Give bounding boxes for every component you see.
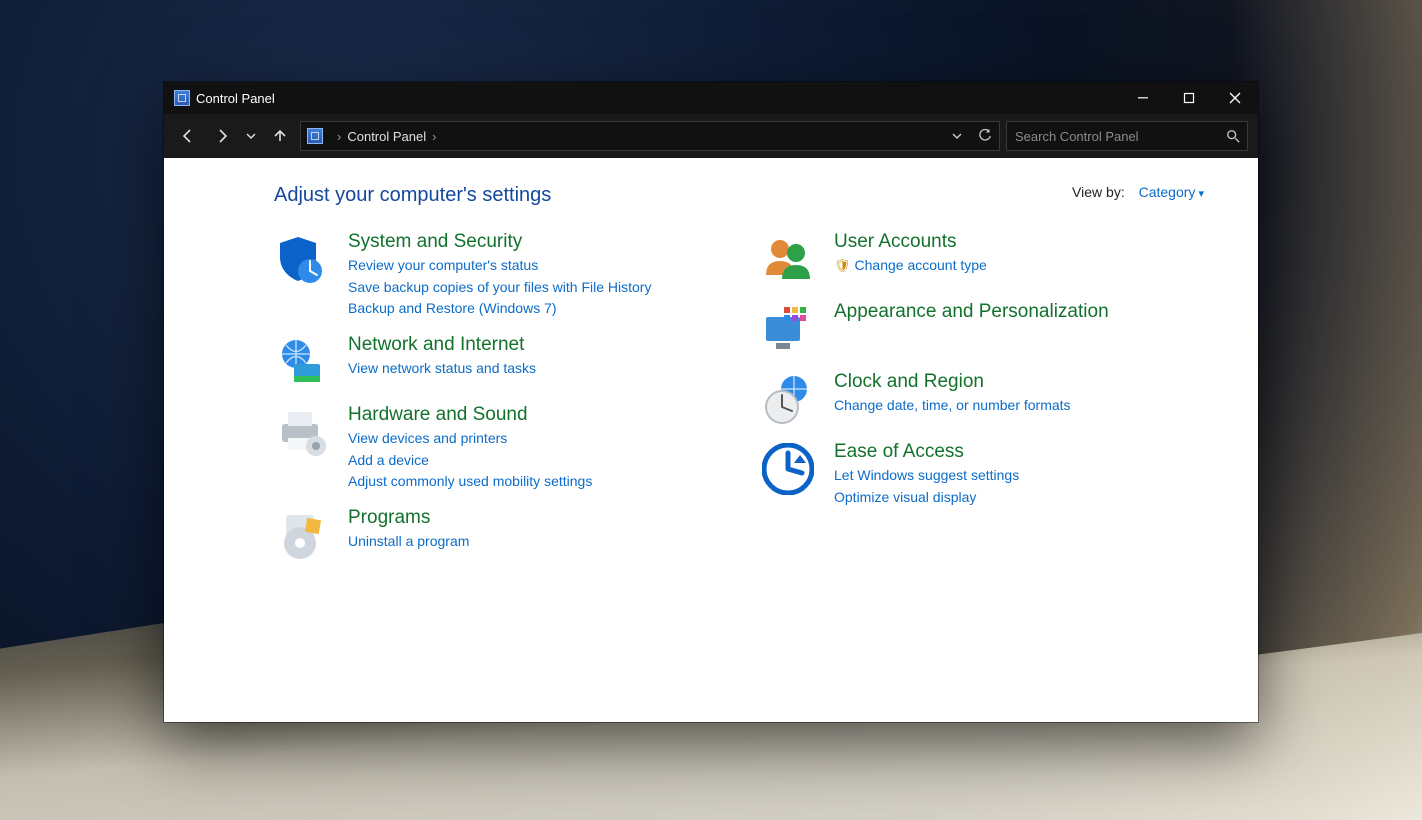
category-link[interactable]: Let Windows suggest settings <box>834 465 1019 487</box>
appearance-icon <box>760 301 816 357</box>
category-link[interactable]: View network status and tasks <box>348 358 536 380</box>
forward-button[interactable] <box>208 122 236 150</box>
close-button[interactable] <box>1212 82 1258 114</box>
category-title[interactable]: Ease of Access <box>834 441 1019 463</box>
recent-locations-button[interactable] <box>242 122 260 150</box>
category-system-security: System and Security Review your computer… <box>274 231 720 320</box>
category-link[interactable]: Optimize visual display <box>834 487 1019 509</box>
category-link[interactable]: Change date, time, or number formats <box>834 395 1071 417</box>
printer-icon <box>274 404 330 460</box>
window-controls <box>1120 82 1258 114</box>
minimize-icon <box>1137 92 1149 104</box>
category-columns: System and Security Review your computer… <box>274 231 1206 563</box>
category-user-accounts: User Accounts Change account type <box>760 231 1206 287</box>
close-icon <box>1229 92 1241 104</box>
control-panel-icon <box>174 90 190 106</box>
category-link[interactable]: Uninstall a program <box>348 531 469 553</box>
category-link[interactable]: Save backup copies of your files with Fi… <box>348 277 651 299</box>
address-bar[interactable]: › Control Panel › <box>300 121 1000 151</box>
category-title[interactable]: Hardware and Sound <box>348 404 592 426</box>
search-button[interactable] <box>1219 129 1247 143</box>
arrow-up-icon <box>272 128 288 144</box>
view-by-label: View by: <box>1072 184 1125 200</box>
view-by-control: View by: Category <box>1072 184 1204 200</box>
search-icon <box>1226 129 1240 143</box>
minimize-button[interactable] <box>1120 82 1166 114</box>
category-ease-of-access: Ease of Access Let Windows suggest setti… <box>760 441 1206 508</box>
user-accounts-icon <box>760 231 816 287</box>
refresh-icon <box>978 129 992 143</box>
control-panel-window: Control Panel › Co <box>164 82 1258 722</box>
breadcrumb-separator: › <box>337 129 341 144</box>
shield-system-icon <box>274 231 330 287</box>
search-box[interactable]: Search Control Panel <box>1006 121 1248 151</box>
content-area: Adjust your computer's settings View by:… <box>164 158 1258 722</box>
category-link[interactable]: Add a device <box>348 450 592 472</box>
clock-globe-icon <box>760 371 816 427</box>
address-history-button[interactable] <box>943 122 971 150</box>
category-title[interactable]: Programs <box>348 507 469 529</box>
search-placeholder: Search Control Panel <box>1007 129 1219 144</box>
address-location[interactable]: Control Panel <box>347 129 426 144</box>
up-button[interactable] <box>266 122 294 150</box>
back-button[interactable] <box>174 122 202 150</box>
category-title[interactable]: Network and Internet <box>348 334 536 356</box>
titlebar[interactable]: Control Panel <box>164 82 1258 114</box>
category-link[interactable]: Review your computer's status <box>348 255 651 277</box>
category-appearance-personalization: Appearance and Personalization <box>760 301 1206 357</box>
navigation-bar: › Control Panel › Search Control Panel <box>164 114 1258 158</box>
category-link[interactable]: Adjust commonly used mobility settings <box>348 471 592 493</box>
category-title[interactable]: User Accounts <box>834 231 987 253</box>
category-link[interactable]: View devices and printers <box>348 428 592 450</box>
arrow-left-icon <box>180 128 196 144</box>
category-title[interactable]: Appearance and Personalization <box>834 301 1109 323</box>
category-title[interactable]: System and Security <box>348 231 651 253</box>
category-title[interactable]: Clock and Region <box>834 371 1071 393</box>
address-icon <box>307 128 323 144</box>
left-column: System and Security Review your computer… <box>274 231 720 563</box>
chevron-down-icon <box>246 131 256 141</box>
refresh-button[interactable] <box>971 122 999 150</box>
category-hardware-sound: Hardware and Sound View devices and prin… <box>274 404 720 493</box>
category-clock-region: Clock and Region Change date, time, or n… <box>760 371 1206 427</box>
maximize-icon <box>1183 92 1195 104</box>
page-heading: Adjust your computer's settings <box>274 184 1206 207</box>
category-link[interactable]: Backup and Restore (Windows 7) <box>348 298 651 320</box>
chevron-down-icon <box>952 131 962 141</box>
view-by-dropdown[interactable]: Category <box>1139 184 1204 200</box>
network-globe-icon <box>274 334 330 390</box>
category-network-internet: Network and Internet View network status… <box>274 334 720 390</box>
programs-disc-icon <box>274 507 330 563</box>
ease-of-access-icon <box>760 441 816 497</box>
right-column: User Accounts Change account type Appear… <box>760 231 1206 563</box>
window-title: Control Panel <box>196 91 275 106</box>
arrow-right-icon <box>214 128 230 144</box>
breadcrumb-separator: › <box>432 129 436 144</box>
category-link[interactable]: Change account type <box>834 255 987 277</box>
category-programs: Programs Uninstall a program <box>274 507 720 563</box>
maximize-button[interactable] <box>1166 82 1212 114</box>
